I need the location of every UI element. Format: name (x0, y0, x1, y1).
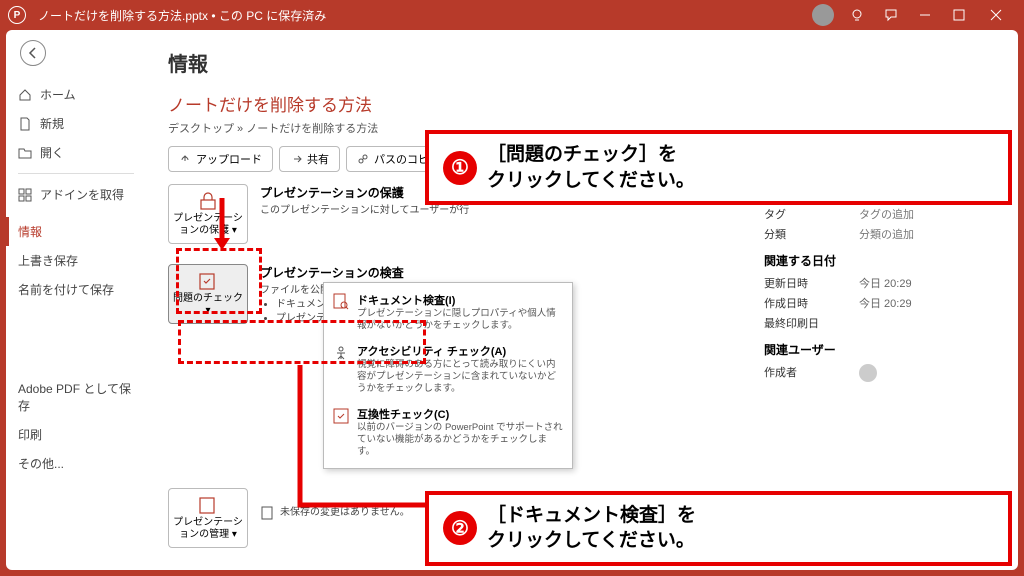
minimize-icon[interactable] (908, 0, 942, 30)
person-icon (332, 344, 350, 362)
check-icon (197, 272, 219, 290)
nav-addins[interactable]: アドインを取得 (6, 180, 146, 209)
btn-label: 問題のチェック ▾ (173, 293, 243, 317)
nav-print[interactable]: 印刷 (6, 420, 146, 449)
prop-label: 作成日時 (764, 295, 859, 311)
callout-number: ① (443, 151, 477, 185)
dd-desc: プレゼンテーションに隠しプロパティや個人情報がないかどうかをチェックします。 (357, 308, 564, 333)
btn-label: 共有 (307, 151, 329, 167)
btn-label: アップロード (196, 151, 262, 167)
addin-icon (18, 188, 32, 202)
nav-label: 印刷 (18, 426, 42, 443)
maximize-icon[interactable] (942, 0, 976, 30)
upload-button[interactable]: アップロード (168, 146, 273, 172)
props-users-heading: 関連ユーザー (764, 341, 994, 358)
avatar-icon (859, 364, 877, 382)
app-icon: P (8, 6, 26, 24)
nav-home[interactable]: ホーム (6, 80, 146, 109)
prop-val: 今日 20:29 (859, 275, 912, 291)
feedback-icon[interactable] (874, 0, 908, 30)
prop-val[interactable]: 分類の追加 (859, 226, 914, 242)
search-doc-icon (332, 293, 350, 311)
folder-icon (18, 146, 32, 160)
annotation-arrow-2 (294, 365, 444, 520)
nav-saveas[interactable]: 名前を付けて保存 (6, 275, 146, 304)
nav-label: Adobe PDF として保存 (18, 380, 134, 414)
callout-text: ［ドキュメント検査］を クリックしてください。 (487, 503, 696, 554)
nav-label: その他... (18, 455, 64, 472)
close-icon[interactable] (976, 0, 1016, 30)
page-title: 情報 (168, 48, 996, 77)
dd-document-inspect[interactable]: ドキュメント検査(I)プレゼンテーションに隠しプロパティや個人情報がないかどうか… (324, 287, 572, 338)
prop-label: 作成者 (764, 364, 859, 385)
props-dates-heading: 関連する日付 (764, 252, 994, 269)
annotation-arrow-1 (212, 198, 232, 254)
prop-label: 最終印刷日 (764, 315, 859, 331)
nav-info[interactable]: 情報 (6, 217, 146, 246)
dd-title: アクセシビリティ チェック(A) (357, 343, 564, 359)
prop-label: 更新日時 (764, 275, 859, 291)
inspect-title: プレゼンテーションの検査 (260, 264, 620, 281)
nav-label: 上書き保存 (18, 252, 78, 269)
nav-save[interactable]: 上書き保存 (6, 246, 146, 275)
inspect-button[interactable]: 問題のチェック ▾ (168, 264, 248, 324)
nav-label: アドインを取得 (40, 186, 124, 203)
nav-new[interactable]: 新規 (6, 109, 146, 138)
doc-icon (260, 506, 274, 520)
prop-val: 今日 20:29 (859, 295, 912, 311)
protect-button[interactable]: プレゼンテーションの保護 ▾ (168, 184, 248, 244)
prop-label: 分類 (764, 226, 859, 242)
manage-icon (197, 496, 219, 514)
protect-desc: このプレゼンテーションに対してユーザーが行 (260, 204, 620, 218)
file-icon (18, 117, 32, 131)
callout-1: ① ［問題のチェック］を クリックしてください。 (425, 130, 1012, 205)
btn-label: プレゼンテーションの管理 ▾ (173, 517, 243, 541)
back-button[interactable] (20, 40, 46, 66)
lightbulb-icon[interactable] (840, 0, 874, 30)
nav-label: 名前を付けて保存 (18, 281, 114, 298)
prop-val (859, 364, 877, 385)
home-icon (18, 88, 32, 102)
nav-label: 新規 (40, 115, 64, 132)
nav-label: 開く (40, 144, 64, 161)
nav-label: ホーム (40, 86, 76, 103)
nav-label: 情報 (18, 223, 42, 240)
btn-label: プレゼンテーションの保護 ▾ (173, 213, 243, 237)
callout-2: ② ［ドキュメント検査］を クリックしてください。 (425, 491, 1012, 566)
window-title: ノートだけを削除する方法.pptx • この PC に保存済み (38, 7, 326, 24)
nav-other[interactable]: その他... (6, 449, 146, 478)
prop-label: タグ (764, 206, 859, 222)
doc-title: ノートだけを削除する方法 (168, 91, 996, 116)
prop-val[interactable]: タグの追加 (859, 206, 914, 222)
callout-number: ② (443, 511, 477, 545)
share-button[interactable]: 共有 (279, 146, 340, 172)
user-avatar[interactable] (812, 4, 834, 26)
nav-adobe[interactable]: Adobe PDF として保存 (6, 374, 146, 420)
nav-open[interactable]: 開く (6, 138, 146, 167)
manage-button[interactable]: プレゼンテーションの管理 ▾ (168, 488, 248, 548)
callout-text: ［問題のチェック］を クリックしてください。 (487, 142, 695, 193)
dd-title: ドキュメント検査(I) (357, 292, 564, 308)
